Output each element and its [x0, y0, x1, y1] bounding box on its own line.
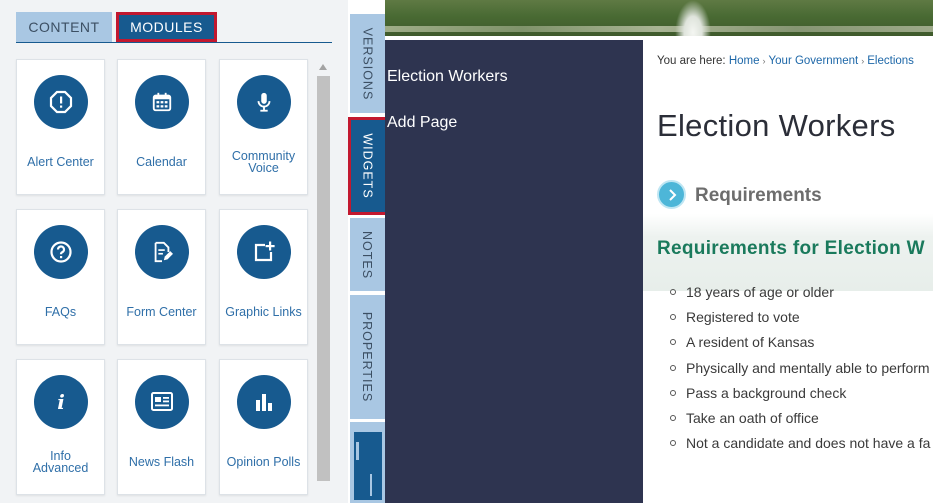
question-icon — [34, 225, 88, 279]
list-item: Registered to vote — [670, 309, 930, 334]
module-tile-graphic-links[interactable]: Graphic Links — [219, 209, 308, 345]
list-item: Not a candidate and does not have a fa — [670, 435, 930, 460]
tab-widgets[interactable]: WIDGETS — [348, 117, 388, 215]
module-label: Graphic Links — [225, 305, 302, 319]
page-navigation: Election Workers Add Page — [385, 40, 643, 503]
module-tile-faqs[interactable]: FAQs — [16, 209, 105, 345]
tab-properties[interactable]: PROPERTIES — [350, 295, 385, 419]
banner-shoreline — [385, 26, 933, 32]
layout-icon-detail — [356, 442, 359, 460]
page-content: You are here: Home › Your Government › Elect… — [643, 40, 933, 503]
module-label: Alert Center — [27, 155, 94, 169]
module-label: FAQs — [44, 305, 77, 319]
tab-versions-label: VERSIONS — [360, 27, 375, 100]
tab-divider — [16, 42, 332, 43]
list-item: A resident of Kansas — [670, 334, 930, 359]
requirements-toggle-heading[interactable]: Requirements — [695, 185, 822, 207]
page-title: Election Workers — [657, 108, 896, 143]
list-item: Physically and mentally able to perform — [670, 360, 930, 385]
tab-notes[interactable]: NOTES — [350, 218, 385, 291]
module-tile-alert-center[interactable]: Alert Center — [16, 59, 105, 195]
list-item: 18 years of age or older — [670, 284, 930, 309]
tab-properties-label: PROPERTIES — [360, 311, 375, 403]
module-tile-calendar[interactable]: Calendar — [117, 59, 206, 195]
module-tile-opinion-polls[interactable]: Opinion Polls — [219, 359, 308, 495]
graphic-link-add-icon — [237, 225, 291, 279]
breadcrumb-prefix: You are here: — [657, 55, 726, 67]
info-icon: i — [34, 375, 88, 429]
breadcrumb-elections[interactable]: Elections — [867, 55, 914, 67]
module-label: Community Voice — [231, 149, 296, 175]
bar-chart-icon — [237, 375, 291, 429]
header-banner-image — [385, 0, 933, 36]
tab-widgets-label: WIDGETS — [361, 133, 375, 199]
module-tile-community-voice[interactable]: Community Voice — [219, 59, 308, 195]
modules-panel: CONTENT MODULES Alert Center Calendar Co… — [0, 0, 348, 503]
tab-modules[interactable]: MODULES — [116, 12, 217, 42]
scrollbar-thumb[interactable] — [317, 76, 330, 481]
cms-editor-window: CONTENT MODULES Alert Center Calendar Co… — [0, 0, 933, 503]
form-edit-icon — [135, 225, 189, 279]
module-tile-info-advanced[interactable]: i Info Advanced — [16, 359, 105, 495]
tab-versions[interactable]: VERSIONS — [350, 14, 385, 113]
list-item: Pass a background check — [670, 385, 930, 410]
nav-item-election-workers[interactable]: Election Workers — [387, 68, 508, 86]
module-label: Calendar — [136, 155, 187, 169]
module-label: Form Center — [126, 305, 197, 319]
news-icon — [135, 375, 189, 429]
alert-icon — [34, 75, 88, 129]
module-tile-news-flash[interactable]: News Flash — [117, 359, 206, 495]
layout-icon-detail — [370, 474, 372, 496]
banner-fountain — [675, 0, 711, 36]
module-label: Opinion Polls — [226, 455, 301, 469]
nav-item-add-page[interactable]: Add Page — [387, 114, 457, 132]
breadcrumb: You are here: Home › Your Government › Elect… — [657, 55, 914, 67]
microphone-icon — [237, 75, 291, 129]
breadcrumb-separator: › — [762, 56, 766, 66]
breadcrumb-separator: › — [861, 56, 865, 66]
requirements-list: 18 years of age or older Registered to v… — [670, 284, 930, 460]
chevron-right-circle-icon[interactable] — [657, 180, 686, 209]
tab-notes-label: NOTES — [360, 230, 375, 279]
module-label: Info Advanced — [32, 449, 89, 475]
tab-content[interactable]: CONTENT — [16, 12, 112, 42]
svg-text:i: i — [57, 390, 65, 414]
list-item: Take an oath of office — [670, 410, 930, 435]
requirements-subheading: Requirements for Election W — [657, 238, 925, 259]
module-tile-form-center[interactable]: Form Center — [117, 209, 206, 345]
calendar-icon — [135, 75, 189, 129]
scroll-up-arrow-icon[interactable] — [319, 64, 327, 70]
tab-layout[interactable] — [350, 422, 385, 503]
vertical-tab-strip: VERSIONS WIDGETS NOTES PROPERTIES — [348, 0, 388, 503]
breadcrumb-home[interactable]: Home — [729, 55, 760, 67]
breadcrumb-your-government[interactable]: Your Government — [769, 55, 859, 67]
module-label: News Flash — [128, 455, 195, 469]
